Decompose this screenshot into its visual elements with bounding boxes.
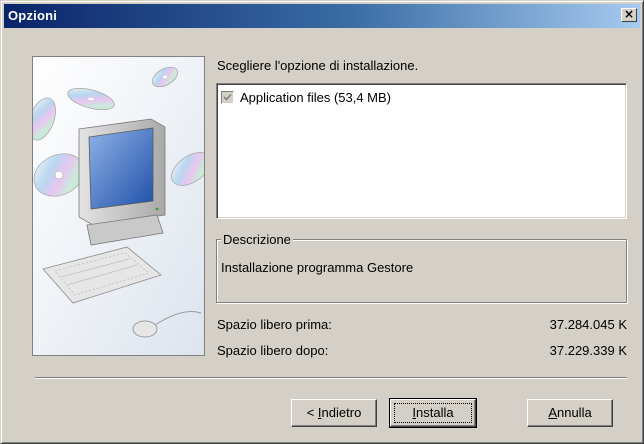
application-files-label: Application files (53,4 MB) xyxy=(240,89,392,105)
list-item[interactable]: Application files (53,4 MB) xyxy=(221,88,391,106)
description-legend: Descrizione xyxy=(221,232,293,247)
computer-with-cds-illustration xyxy=(32,56,205,356)
back-button-prefix: < xyxy=(306,405,318,420)
computer-illustration-icon xyxy=(33,57,204,355)
install-option-prompt: Scegliere l'opzione di installazione. xyxy=(217,58,419,73)
title-bar[interactable]: Opzioni × xyxy=(4,4,640,28)
window-title: Opzioni xyxy=(8,8,58,23)
free-space-before-value: 37.284.045 K xyxy=(549,317,627,332)
back-button-rest: ndietro xyxy=(321,405,362,420)
free-space-before-row: Spazio libero prima: 37.284.045 K xyxy=(217,317,627,335)
cancel-button[interactable]: Annulla xyxy=(527,399,613,427)
description-text: Installazione programma Gestore xyxy=(221,260,414,275)
application-files-checkbox[interactable] xyxy=(221,90,234,104)
focus-rectangle xyxy=(394,403,472,423)
close-icon: × xyxy=(623,7,635,21)
button-separator xyxy=(35,377,627,379)
free-space-after-value: 37.229.339 K xyxy=(549,343,627,358)
free-space-before-label: Spazio libero prima: xyxy=(217,317,332,332)
free-space-after-row: Spazio libero dopo: 37.229.339 K xyxy=(217,343,627,361)
description-group: Descrizione Installazione programma Gest… xyxy=(216,232,627,303)
install-button[interactable]: Installa xyxy=(389,398,477,428)
back-button[interactable]: < Indietro xyxy=(291,399,377,427)
cancel-button-mnemonic: A xyxy=(548,405,557,420)
close-button[interactable]: × xyxy=(621,8,637,22)
install-options-list[interactable]: Application files (53,4 MB) xyxy=(216,83,627,219)
options-dialog: Opzioni × Scegliere l'opzione di install… xyxy=(0,0,644,444)
check-icon xyxy=(223,93,232,101)
free-space-after-label: Spazio libero dopo: xyxy=(217,343,329,358)
cancel-button-rest: nnulla xyxy=(556,405,592,420)
